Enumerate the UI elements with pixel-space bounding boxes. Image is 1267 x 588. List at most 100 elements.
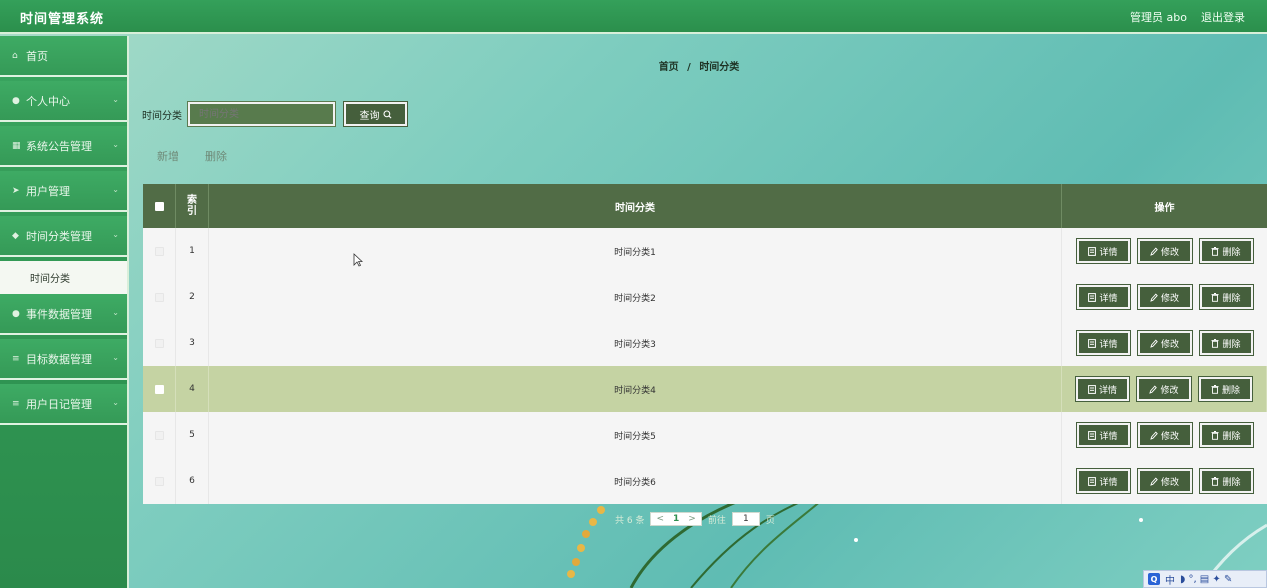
row-name: 时间分类5 [209, 412, 1062, 458]
detail-button-label: 详情 [1099, 247, 1118, 258]
row-name: 时间分类3 [209, 320, 1062, 366]
row-ops: 详情 修改 删除 [1062, 366, 1267, 412]
row-checkbox[interactable] [154, 430, 164, 440]
column-header-ops: 操作 [1154, 202, 1175, 214]
pencil-icon [1149, 385, 1158, 394]
table-row[interactable]: 6 时间分类6 详情 修改 删除 [143, 458, 1267, 504]
delete-button-label: 删除 [1222, 339, 1241, 350]
edit-button-label: 修改 [1160, 339, 1179, 350]
pencil-icon [1150, 431, 1158, 440]
ime-toolbar[interactable]: Q 中 ◗ °, ▤ ✦ ✎ [1143, 570, 1267, 588]
goto-page-input[interactable]: 1 [731, 512, 760, 526]
edit-button[interactable]: 修改 [1136, 422, 1193, 448]
page-unit-label: 页 [765, 515, 775, 526]
detail-button[interactable]: 详情 [1075, 468, 1131, 494]
select-all-checkbox[interactable] [154, 201, 164, 211]
breadcrumb-separator: / [687, 62, 691, 73]
table-row[interactable]: 5 时间分类5 详情 修改 删除 [143, 412, 1267, 458]
pencil-icon [1150, 339, 1158, 348]
table-row[interactable]: 3 时间分类3 详情 修改 删除 [143, 320, 1267, 366]
trash-icon [1211, 476, 1219, 486]
search-button[interactable]: 查询 [343, 101, 408, 127]
pagination-total: 共 6 条 [615, 515, 645, 526]
current-page[interactable]: 1 [673, 514, 679, 524]
detail-button[interactable]: 详情 [1075, 238, 1131, 264]
trash-icon [1211, 292, 1219, 302]
row-index: 5 [176, 412, 209, 458]
edit-button-label: 修改 [1160, 431, 1179, 442]
sidebar-item-goals[interactable]: ≡ 目标数据管理 ⌄ [0, 339, 127, 380]
sidebar-item-home[interactable]: ⌂ 首页 [0, 36, 127, 77]
delete-button[interactable]: 删除 [1198, 284, 1254, 310]
row-ops: 详情 修改 删除 [1062, 320, 1267, 366]
row-check-cell [143, 458, 176, 504]
pencil-icon [1150, 293, 1158, 302]
table-body: 1 时间分类1 详情 修改 删除 2 时间分类2 详情 修改 删除 3 时间分类… [143, 228, 1267, 504]
row-checkbox[interactable] [154, 476, 164, 486]
breadcrumb-home[interactable]: 首页 [659, 62, 679, 73]
row-index: 4 [176, 366, 209, 412]
delete-button-label: 删除 [1222, 293, 1241, 304]
detail-button[interactable]: 详情 [1075, 422, 1131, 448]
chevron-down-icon: ⌄ [112, 140, 119, 149]
chevron-down-icon: ⌄ [112, 353, 119, 362]
detail-button[interactable]: 详情 [1075, 330, 1131, 356]
delete-button[interactable]: 删除 [1198, 238, 1254, 264]
sidebar-item-announcements[interactable]: ▦ 系统公告管理 ⌄ [0, 126, 127, 167]
row-name: 时间分类6 [209, 458, 1062, 504]
table-row[interactable]: 2 时间分类2 详情 修改 删除 [143, 274, 1267, 320]
edit-button[interactable]: 修改 [1136, 468, 1193, 494]
sidebar-item-label: 目标数据管理 [26, 352, 92, 366]
edit-button[interactable]: 修改 [1136, 238, 1193, 264]
next-page-button[interactable]: > [688, 514, 696, 524]
delete-button[interactable]: 删除 [1198, 422, 1254, 448]
delete-button[interactable]: 删除 [1198, 468, 1254, 494]
row-checkbox[interactable] [154, 384, 164, 394]
table-row[interactable]: 4 时间分类4 详情 修改 删除 [143, 366, 1267, 412]
delete-button-label: 删除 [1222, 477, 1241, 488]
main-content: 首页 / 时间分类 时间分类 查询 新增 删除 索引 时间分类 操作 1 时间分… [131, 36, 1267, 588]
prev-page-button[interactable]: < [656, 514, 664, 524]
delete-button[interactable]: 删除 [1198, 330, 1254, 356]
sidebar-item-users[interactable]: ➤ 用户管理 ⌄ [0, 171, 127, 212]
document-icon [1088, 338, 1097, 348]
detail-button[interactable]: 详情 [1075, 284, 1131, 310]
edit-button[interactable]: 修改 [1136, 376, 1192, 402]
table-row[interactable]: 1 时间分类1 详情 修改 删除 [143, 228, 1267, 274]
sidebar-subitem-time-category[interactable]: 时间分类 [0, 261, 127, 294]
action-row: 新增 删除 [157, 148, 227, 164]
delete-selected-button[interactable]: 删除 [205, 148, 227, 164]
row-ops: 详情 修改 删除 [1062, 228, 1267, 274]
search-input[interactable] [187, 101, 336, 127]
search-row: 时间分类 查询 [142, 101, 408, 127]
row-ops: 详情 修改 删除 [1062, 412, 1267, 458]
delete-button-label: 删除 [1221, 385, 1240, 396]
goto-label: 前往 [707, 515, 726, 526]
ime-logo-icon: Q [1148, 573, 1160, 585]
sidebar-item-diary[interactable]: ≡ 用户日记管理 ⌄ [0, 384, 127, 425]
edit-button[interactable]: 修改 [1136, 284, 1193, 310]
person-icon: ● [12, 95, 20, 106]
add-button[interactable]: 新增 [157, 148, 179, 164]
row-checkbox[interactable] [154, 246, 164, 256]
ime-extra-icons[interactable]: ◗ °, ▤ ✦ ✎ [1180, 574, 1232, 585]
breadcrumb: 首页 / 时间分类 [131, 58, 1267, 73]
logout-link[interactable]: 退出登录 [1201, 9, 1245, 25]
user-label: 管理员 abo [1130, 11, 1187, 24]
row-checkbox[interactable] [154, 292, 164, 302]
sidebar-item-events[interactable]: ● 事件数据管理 ⌄ [0, 294, 127, 335]
app-title: 时间管理系统 [20, 12, 105, 27]
table-header: 索引 时间分类 操作 [143, 184, 1267, 228]
document-icon [1088, 292, 1097, 302]
delete-button[interactable]: 删除 [1198, 376, 1253, 402]
trash-icon [1211, 430, 1219, 440]
row-name: 时间分类1 [209, 228, 1062, 274]
detail-button[interactable]: 详情 [1075, 376, 1130, 402]
ime-language[interactable]: 中 [1165, 572, 1175, 587]
sidebar-item-profile[interactable]: ● 个人中心 ⌄ [0, 81, 127, 122]
row-checkbox[interactable] [154, 338, 164, 348]
person-icon: ● [12, 308, 20, 319]
edit-button[interactable]: 修改 [1136, 330, 1193, 356]
detail-button-label: 详情 [1099, 477, 1118, 488]
sidebar-item-time-category[interactable]: ◆ 时间分类管理 ⌄ [0, 216, 127, 257]
